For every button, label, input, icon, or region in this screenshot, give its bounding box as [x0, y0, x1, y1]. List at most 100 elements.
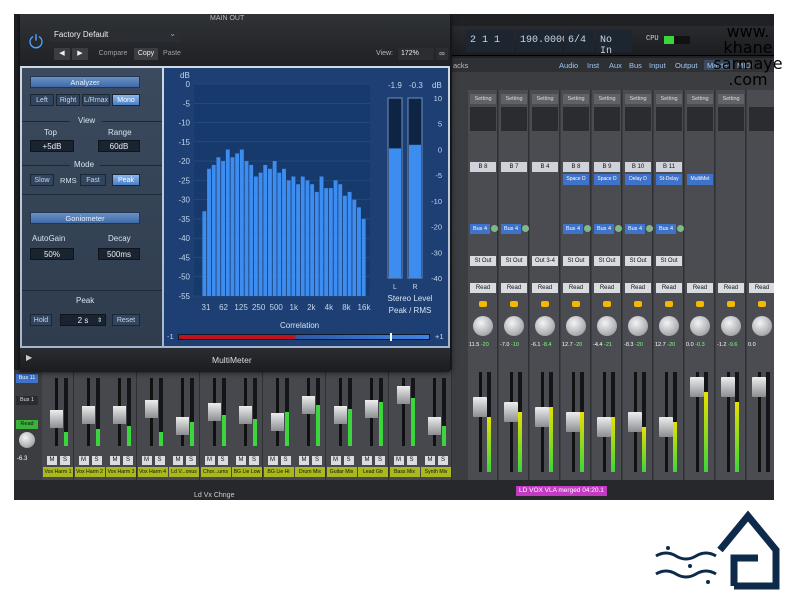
send-slot[interactable]: Bus 4 [470, 224, 490, 234]
volume-fader[interactable] [302, 396, 315, 415]
tab-aux[interactable]: Aux [606, 60, 625, 70]
copy-button[interactable]: Copy [134, 48, 158, 60]
mute-button[interactable]: M [425, 456, 435, 465]
reset-button[interactable]: Reset [112, 314, 140, 326]
pan-knob[interactable] [628, 316, 648, 336]
tab-audio[interactable]: Audio [556, 60, 581, 70]
prev-preset-button[interactable]: ◀ [54, 48, 70, 60]
mute-button[interactable]: M [236, 456, 246, 465]
volume-fader[interactable] [396, 386, 410, 404]
tab-output[interactable]: Output [672, 60, 701, 70]
solo-button[interactable]: S [343, 456, 354, 465]
volume-fader[interactable] [270, 413, 284, 432]
compare-button[interactable]: Compare [94, 48, 132, 60]
pan-knob[interactable] [721, 316, 741, 336]
pan-knob[interactable] [473, 316, 493, 336]
volume-fader[interactable] [752, 377, 766, 397]
output-slot[interactable]: St Out [470, 256, 496, 266]
setting-button[interactable]: Setting [563, 94, 589, 104]
eq-thumbnail[interactable] [470, 107, 496, 131]
automation-mode[interactable]: Read [470, 283, 496, 293]
tab-input[interactable]: Input [646, 60, 669, 70]
mute-button[interactable]: M [362, 456, 372, 465]
automation-mode[interactable]: Read [532, 283, 558, 293]
solo-button[interactable]: S [438, 456, 448, 465]
eq-thumbnail[interactable] [687, 107, 713, 131]
decay-field[interactable]: 500ms [98, 248, 140, 260]
automation-mode[interactable]: Read [687, 283, 713, 293]
insert-slot[interactable]: B 10 [625, 162, 651, 172]
volume-fader[interactable] [721, 377, 735, 397]
setting-button[interactable]: Setting [656, 94, 682, 104]
insert-slot[interactable]: B 11 [656, 162, 682, 172]
setting-button[interactable]: Setting [594, 94, 620, 104]
automation-mode[interactable]: Read [749, 283, 774, 293]
preset-menu[interactable]: Factory Default ⌄ [50, 28, 180, 42]
send-slot[interactable]: Bus 4 [501, 224, 521, 234]
solo-button[interactable]: S [91, 456, 102, 465]
analyzer-button[interactable]: Analyzer [30, 76, 140, 88]
mute-button[interactable]: M [330, 456, 341, 465]
volume-fader[interactable] [207, 403, 221, 421]
solo-button[interactable]: S [312, 456, 322, 465]
volume-fader[interactable] [473, 397, 487, 417]
solo-button[interactable]: S [217, 456, 228, 465]
plugin-slot[interactable]: St-Delay [656, 174, 682, 185]
mute-button[interactable]: M [78, 456, 89, 465]
pan-knob[interactable] [19, 432, 35, 448]
eq-thumbnail[interactable] [749, 107, 774, 131]
insert-slot[interactable]: B 7 [501, 162, 527, 172]
volume-fader[interactable] [176, 416, 189, 435]
output-slot[interactable]: St Out [625, 256, 651, 266]
volume-fader[interactable] [239, 406, 252, 425]
solo-button[interactable]: S [375, 456, 385, 465]
mute-button[interactable]: M [267, 456, 278, 465]
goniometer-button[interactable]: Goniometer [30, 212, 140, 224]
volume-fader[interactable] [690, 377, 704, 397]
insert-slot[interactable]: B 4 [532, 162, 558, 172]
autogain-field[interactable]: 50% [30, 248, 74, 260]
track-label[interactable]: Ld Vx Chnge [194, 492, 234, 499]
automation-mode[interactable]: Read [594, 283, 620, 293]
eq-thumbnail[interactable] [501, 107, 527, 131]
pan-knob[interactable] [690, 316, 710, 336]
pan-knob[interactable] [504, 316, 524, 336]
send-slot[interactable]: Bus 4 [656, 224, 676, 234]
eq-thumbnail[interactable] [532, 107, 558, 131]
plugin-slot[interactable]: Space D [563, 174, 589, 185]
eq-thumbnail[interactable] [625, 107, 651, 131]
volume-fader[interactable] [597, 417, 611, 437]
setting-button[interactable]: Setting [501, 94, 527, 104]
strip-name[interactable]: Vox Harm 3 [106, 467, 136, 477]
channel-mono-button[interactable]: Mono [112, 94, 140, 106]
next-preset-button[interactable]: ▶ [72, 48, 88, 60]
hold-time-field[interactable]: 2 s ⇕ [60, 314, 106, 326]
plugin-slot[interactable]: MultiMet [687, 174, 713, 185]
output-slot[interactable]: St Out [563, 256, 589, 266]
send-knob[interactable] [522, 225, 529, 232]
volume-fader[interactable] [628, 412, 642, 432]
mute-button[interactable]: M [393, 456, 404, 465]
mute-button[interactable]: M [110, 456, 120, 465]
output-slot[interactable]: St Out [501, 256, 527, 266]
strip-name[interactable]: BG Lie Low [232, 467, 262, 477]
tempo-display[interactable]: 190.0000 [516, 30, 568, 52]
plugin-slot[interactable]: Delay D [625, 174, 651, 185]
automation-mode[interactable]: Read [718, 283, 744, 293]
mute-button[interactable]: M [173, 456, 183, 465]
solo-button[interactable]: S [406, 456, 417, 465]
automation-mode[interactable]: Read [656, 283, 682, 293]
send-knob[interactable] [677, 225, 684, 232]
strip-name[interactable]: BG Lie Hi [263, 467, 294, 477]
volume-fader[interactable] [50, 409, 63, 428]
solo-button[interactable]: S [280, 456, 291, 465]
setting-button[interactable]: Setting [687, 94, 713, 104]
pan-knob[interactable] [752, 316, 772, 336]
insert-slot[interactable]: B 8 [470, 162, 496, 172]
strip-name[interactable]: Bass Mix [389, 467, 420, 477]
mute-button[interactable]: M [141, 456, 152, 465]
range-field[interactable]: 60dB [98, 140, 140, 152]
output-slot[interactable]: St Out [594, 256, 620, 266]
plugin-slot[interactable]: Space D [594, 174, 620, 185]
volume-fader[interactable] [333, 406, 347, 425]
